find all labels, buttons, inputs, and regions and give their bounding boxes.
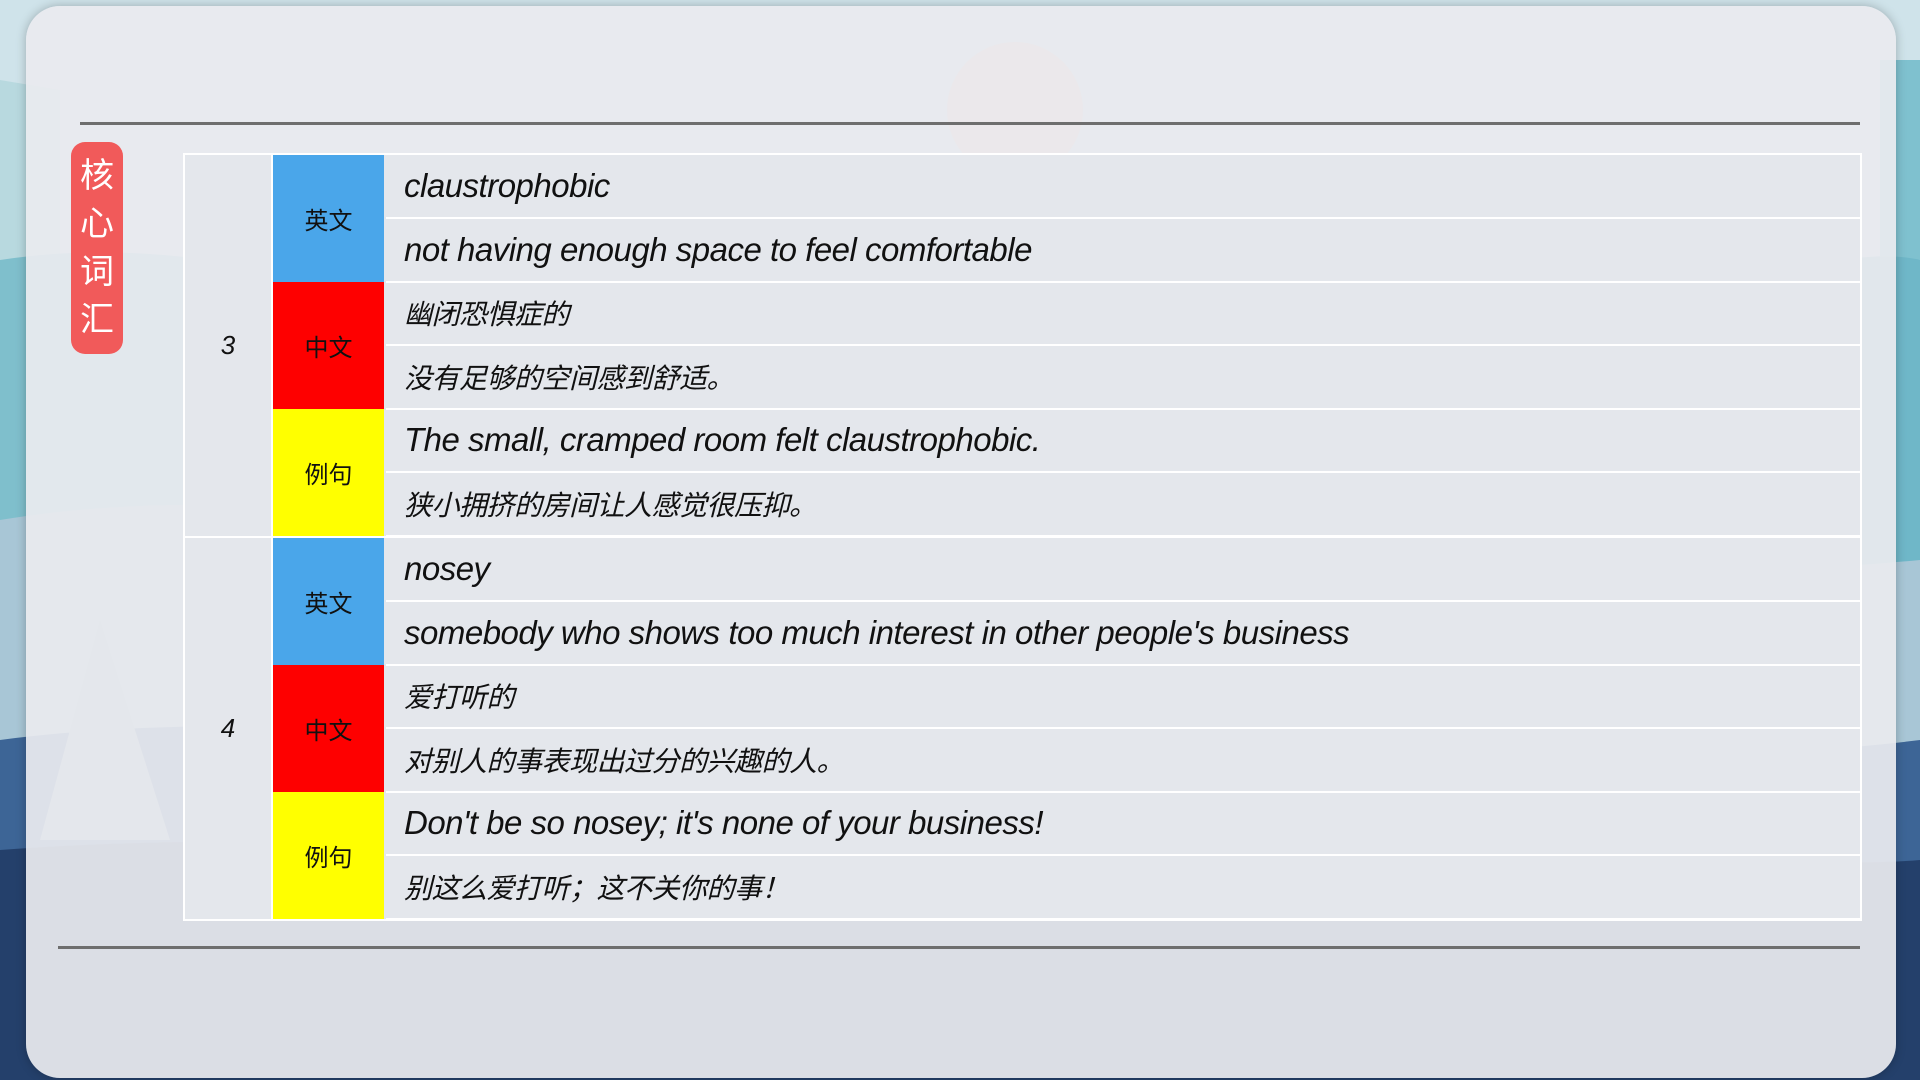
english-tag: 英文 [273,155,384,283]
word-cell: claustrophobic [386,155,1860,219]
section-badge: 核 心 词 汇 [71,142,123,354]
section-badge-char: 汇 [80,300,114,340]
example-zh-cell: 别这么爱打听；这不关你的事！ [386,856,1860,920]
vocabulary-table: 3 英文 中文 例句 claustrophobic not having eno… [183,153,1862,921]
chinese-tag: 中文 [273,282,384,410]
entry-number: 4 [185,538,273,919]
chinese-tag: 中文 [273,665,384,793]
word-cell: nosey [386,538,1860,602]
definition-en-cell: somebody who shows too much interest in … [386,602,1860,666]
section-badge-char: 词 [80,252,114,292]
example-en-cell: Don't be so nosey; it's none of your bus… [386,792,1860,856]
example-zh-cell: 狭小拥挤的房间让人感觉很压抑。 [386,473,1860,537]
word-zh-cell: 幽闭恐惧症的 [386,282,1860,346]
definition-zh-cell: 对别人的事表现出过分的兴趣的人。 [386,729,1860,793]
word-zh-cell: 爱打听的 [386,665,1860,729]
section-badge-char: 心 [80,204,114,244]
bottom-divider [58,946,1860,949]
entry-number: 3 [185,155,273,536]
section-badge-char: 核 [80,156,114,196]
example-en-cell: The small, cramped room felt claustropho… [386,409,1860,473]
vocab-entry: 4 英文 中文 例句 nosey somebody who shows too … [185,536,1860,920]
english-tag: 英文 [273,538,384,666]
top-divider [80,122,1860,125]
definition-en-cell: not having enough space to feel comforta… [386,219,1860,283]
vocab-entry: 3 英文 中文 例句 claustrophobic not having eno… [185,155,1860,537]
definition-zh-cell: 没有足够的空间感到舒适。 [386,346,1860,410]
example-tag: 例句 [273,792,384,920]
example-tag: 例句 [273,409,384,537]
